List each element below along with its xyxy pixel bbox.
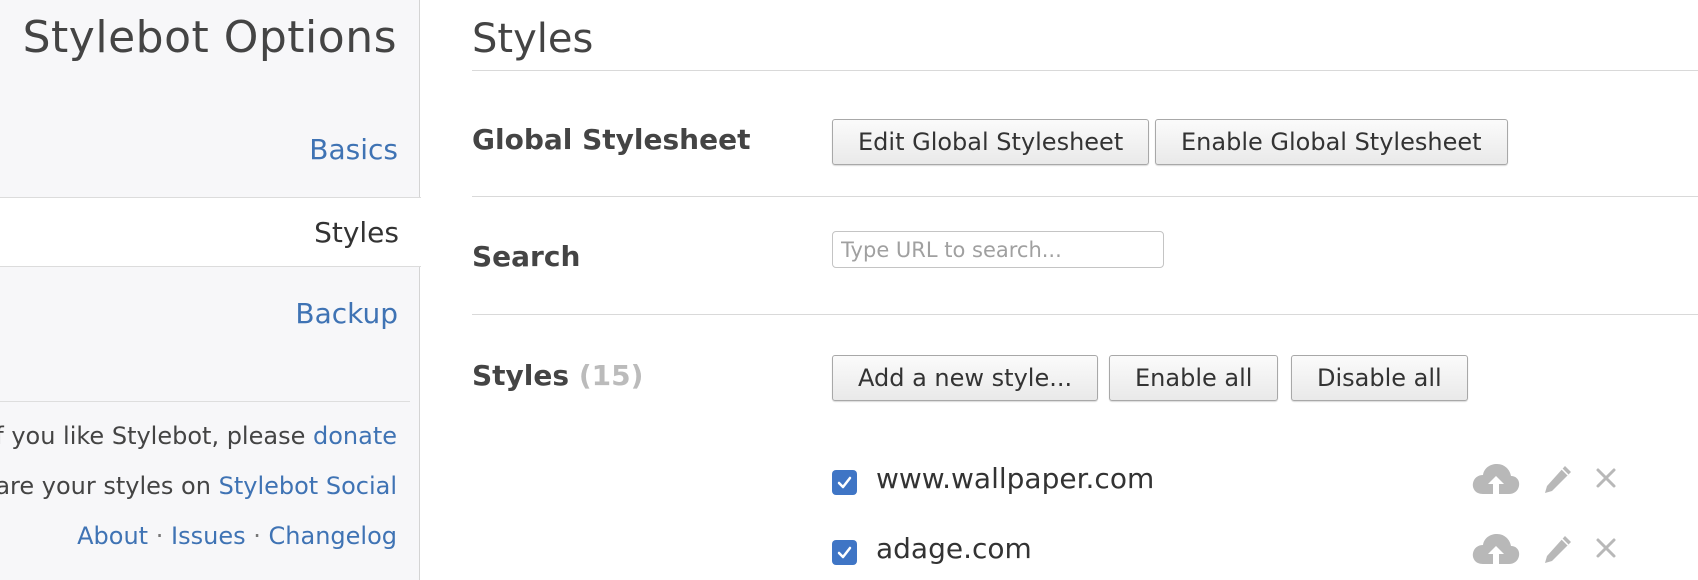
sidebar-title: Stylebot Options — [22, 12, 397, 63]
style-url[interactable]: www.wallpaper.com — [876, 462, 1154, 495]
edit-global-stylesheet-button[interactable]: Edit Global Stylesheet — [832, 119, 1150, 165]
style-enabled-checkbox[interactable] — [832, 540, 857, 565]
sidebar-item-styles[interactable]: Styles — [0, 197, 421, 267]
search-label: Search — [472, 240, 581, 273]
style-url[interactable]: adage.com — [876, 532, 1032, 565]
footer-links: About · Issues · Changelog — [77, 522, 397, 550]
styles-section-label: Styles (15) — [472, 359, 643, 392]
page-title: Styles — [472, 16, 594, 62]
add-new-style-button[interactable]: Add a new style... — [832, 355, 1099, 401]
separator: · — [155, 522, 164, 550]
about-link[interactable]: About — [77, 522, 148, 550]
divider — [472, 196, 1698, 197]
cloud-upload-icon[interactable] — [1471, 532, 1521, 572]
stylebot-social-link[interactable]: Stylebot Social — [219, 472, 397, 500]
disable-all-button[interactable]: Disable all — [1291, 355, 1468, 401]
pencil-icon[interactable] — [1541, 464, 1573, 500]
pencil-icon[interactable] — [1541, 534, 1573, 570]
close-icon[interactable] — [1594, 536, 1618, 564]
issues-link[interactable]: Issues — [171, 522, 246, 550]
share-prefix: Share your styles on — [0, 472, 211, 500]
style-list-item: www.wallpaper.com — [832, 456, 1622, 506]
sidebar: Stylebot Options Basics Styles Backup If… — [0, 0, 421, 580]
cloud-upload-icon[interactable] — [1471, 462, 1521, 502]
sidebar-item-backup[interactable]: Backup — [0, 279, 420, 349]
enable-all-button[interactable]: Enable all — [1109, 355, 1279, 401]
share-line: Share your styles on Stylebot Social — [0, 472, 397, 500]
donate-link[interactable]: donate — [313, 422, 397, 450]
global-stylesheet-label: Global Stylesheet — [472, 123, 751, 156]
divider — [472, 314, 1698, 315]
main-panel: Styles Global Stylesheet Edit Global Sty… — [472, 0, 1698, 580]
style-enabled-checkbox[interactable] — [832, 470, 857, 495]
separator: · — [253, 522, 261, 550]
donate-line: If you like Stylebot, please donate — [0, 422, 397, 450]
enable-global-stylesheet-button[interactable]: Enable Global Stylesheet — [1155, 119, 1508, 165]
sidebar-item-basics[interactable]: Basics — [0, 115, 420, 185]
donate-prefix: If you like Stylebot, please — [0, 422, 306, 450]
divider — [472, 70, 1698, 71]
sidebar-divider — [0, 401, 410, 402]
search-input[interactable] — [832, 231, 1164, 268]
close-icon[interactable] — [1594, 466, 1618, 494]
styles-count: (15) — [578, 359, 644, 392]
changelog-link[interactable]: Changelog — [269, 522, 397, 550]
styles-label: Styles — [472, 359, 570, 392]
style-list-item: adage.com — [832, 526, 1622, 576]
